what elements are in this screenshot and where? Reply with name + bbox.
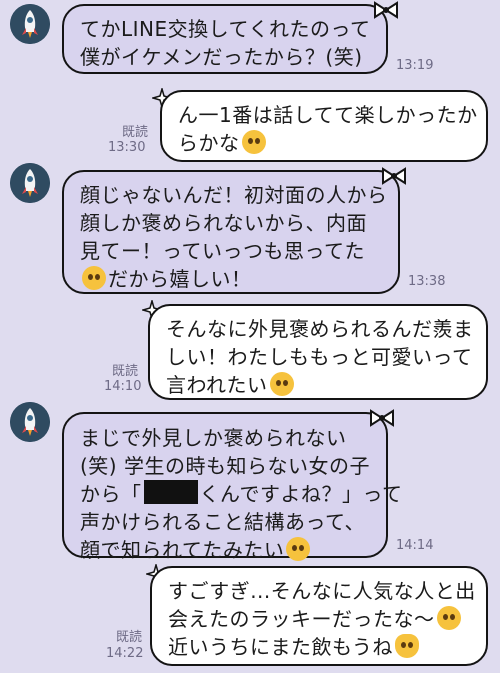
message-text-line: (笑) 学生の時も知らない女の子 (80, 454, 370, 478)
message-bubble-outgoing[interactable]: すごすぎ...そんなに人気な人と出 会えたのラッキーだったな〜 近いうちにまた飲… (150, 566, 488, 666)
message-text-line: 僕がイケメンだったから？(笑) (80, 45, 363, 69)
message-bubble-incoming[interactable]: 顔じゃないんだ！初対面の人から 顔しか褒められないから、内面 見てー！っていっつ… (62, 170, 400, 294)
message-timestamp: 14:10 (104, 379, 142, 394)
message-bubble-outgoing[interactable]: そんなに外見褒められるんだ羨ま しい！わたしももっと可愛いって 言われたい (148, 304, 488, 400)
message-timestamp: 13:38 (408, 274, 446, 289)
crying-face-emoji (82, 266, 106, 290)
smiling-face-with-hearts-emoji (436, 606, 461, 630)
avatar[interactable] (10, 163, 50, 203)
ribbon-decoration-icon (374, 1, 398, 19)
message-text-line: すごすぎ...そんなに人気な人と出 (168, 579, 476, 603)
pleading-face-emoji (241, 130, 266, 154)
message-text-line: ん一1番は話してて楽しかったか (178, 103, 478, 127)
read-receipt: 既読 (121, 125, 148, 140)
message-timestamp: 14:14 (396, 538, 434, 553)
message-text-line: だから嬉しい！ (108, 267, 252, 291)
message-text-line: まじで外見しか褒められない (80, 426, 347, 450)
message-text-line: 言われたい (166, 373, 268, 397)
pleading-face-emoji (269, 372, 294, 396)
message-text-line: 会えたのラッキーだったな〜 (168, 607, 435, 631)
name-redaction (143, 480, 198, 504)
message-timestamp: 14:22 (106, 646, 144, 661)
message-text-line: 顔じゃないんだ！初対面の人から (80, 183, 388, 207)
message-text-line: 見てー！っていっつも思ってた (80, 239, 365, 263)
rocket-icon (10, 402, 50, 442)
rocket-icon (10, 163, 50, 203)
rocket-icon (10, 4, 50, 44)
message-text-line: 声かけられること結構あって、 (80, 510, 365, 534)
message-text-line: らかな (178, 131, 240, 155)
avatar[interactable] (10, 402, 50, 442)
message-text-line: そんなに外見褒められるんだ羨ま (166, 317, 474, 341)
message-text-line: 顔しか褒められないから、内面 (80, 211, 367, 235)
message-bubble-incoming[interactable]: まじで外見しか褒められない (笑) 学生の時も知らない女の子 から「 くんですよね… (62, 412, 402, 562)
message-timestamp: 13:19 (396, 58, 434, 73)
ribbon-decoration-icon (382, 167, 406, 185)
read-receipt: 既読 (115, 630, 142, 645)
read-receipt: 既読 (111, 364, 138, 379)
avatar[interactable] (10, 4, 50, 44)
thinking-face-emoji (286, 537, 311, 561)
message-text-line: から「 (80, 482, 142, 506)
message-bubble-outgoing[interactable]: ん一1番は話してて楽しかったか らかな (160, 90, 488, 162)
message-bubble-incoming[interactable]: てかLINE交換してくれたのって 僕がイケメンだったから？(笑) (62, 4, 388, 74)
heart-hands-emoji (394, 634, 419, 658)
message-text-line: 顔で知られてたみたい (80, 538, 285, 562)
message-text-line: くんですよね？」って (199, 482, 403, 506)
message-timestamp: 13:30 (108, 140, 146, 155)
message-text-line: しい！わたしももっと可愛いって (166, 345, 473, 369)
message-text-line: 近いうちにまた飲もうね (168, 635, 393, 659)
message-text-line: てかLINE交換してくれたのって (80, 17, 371, 41)
ribbon-decoration-icon (370, 409, 394, 427)
